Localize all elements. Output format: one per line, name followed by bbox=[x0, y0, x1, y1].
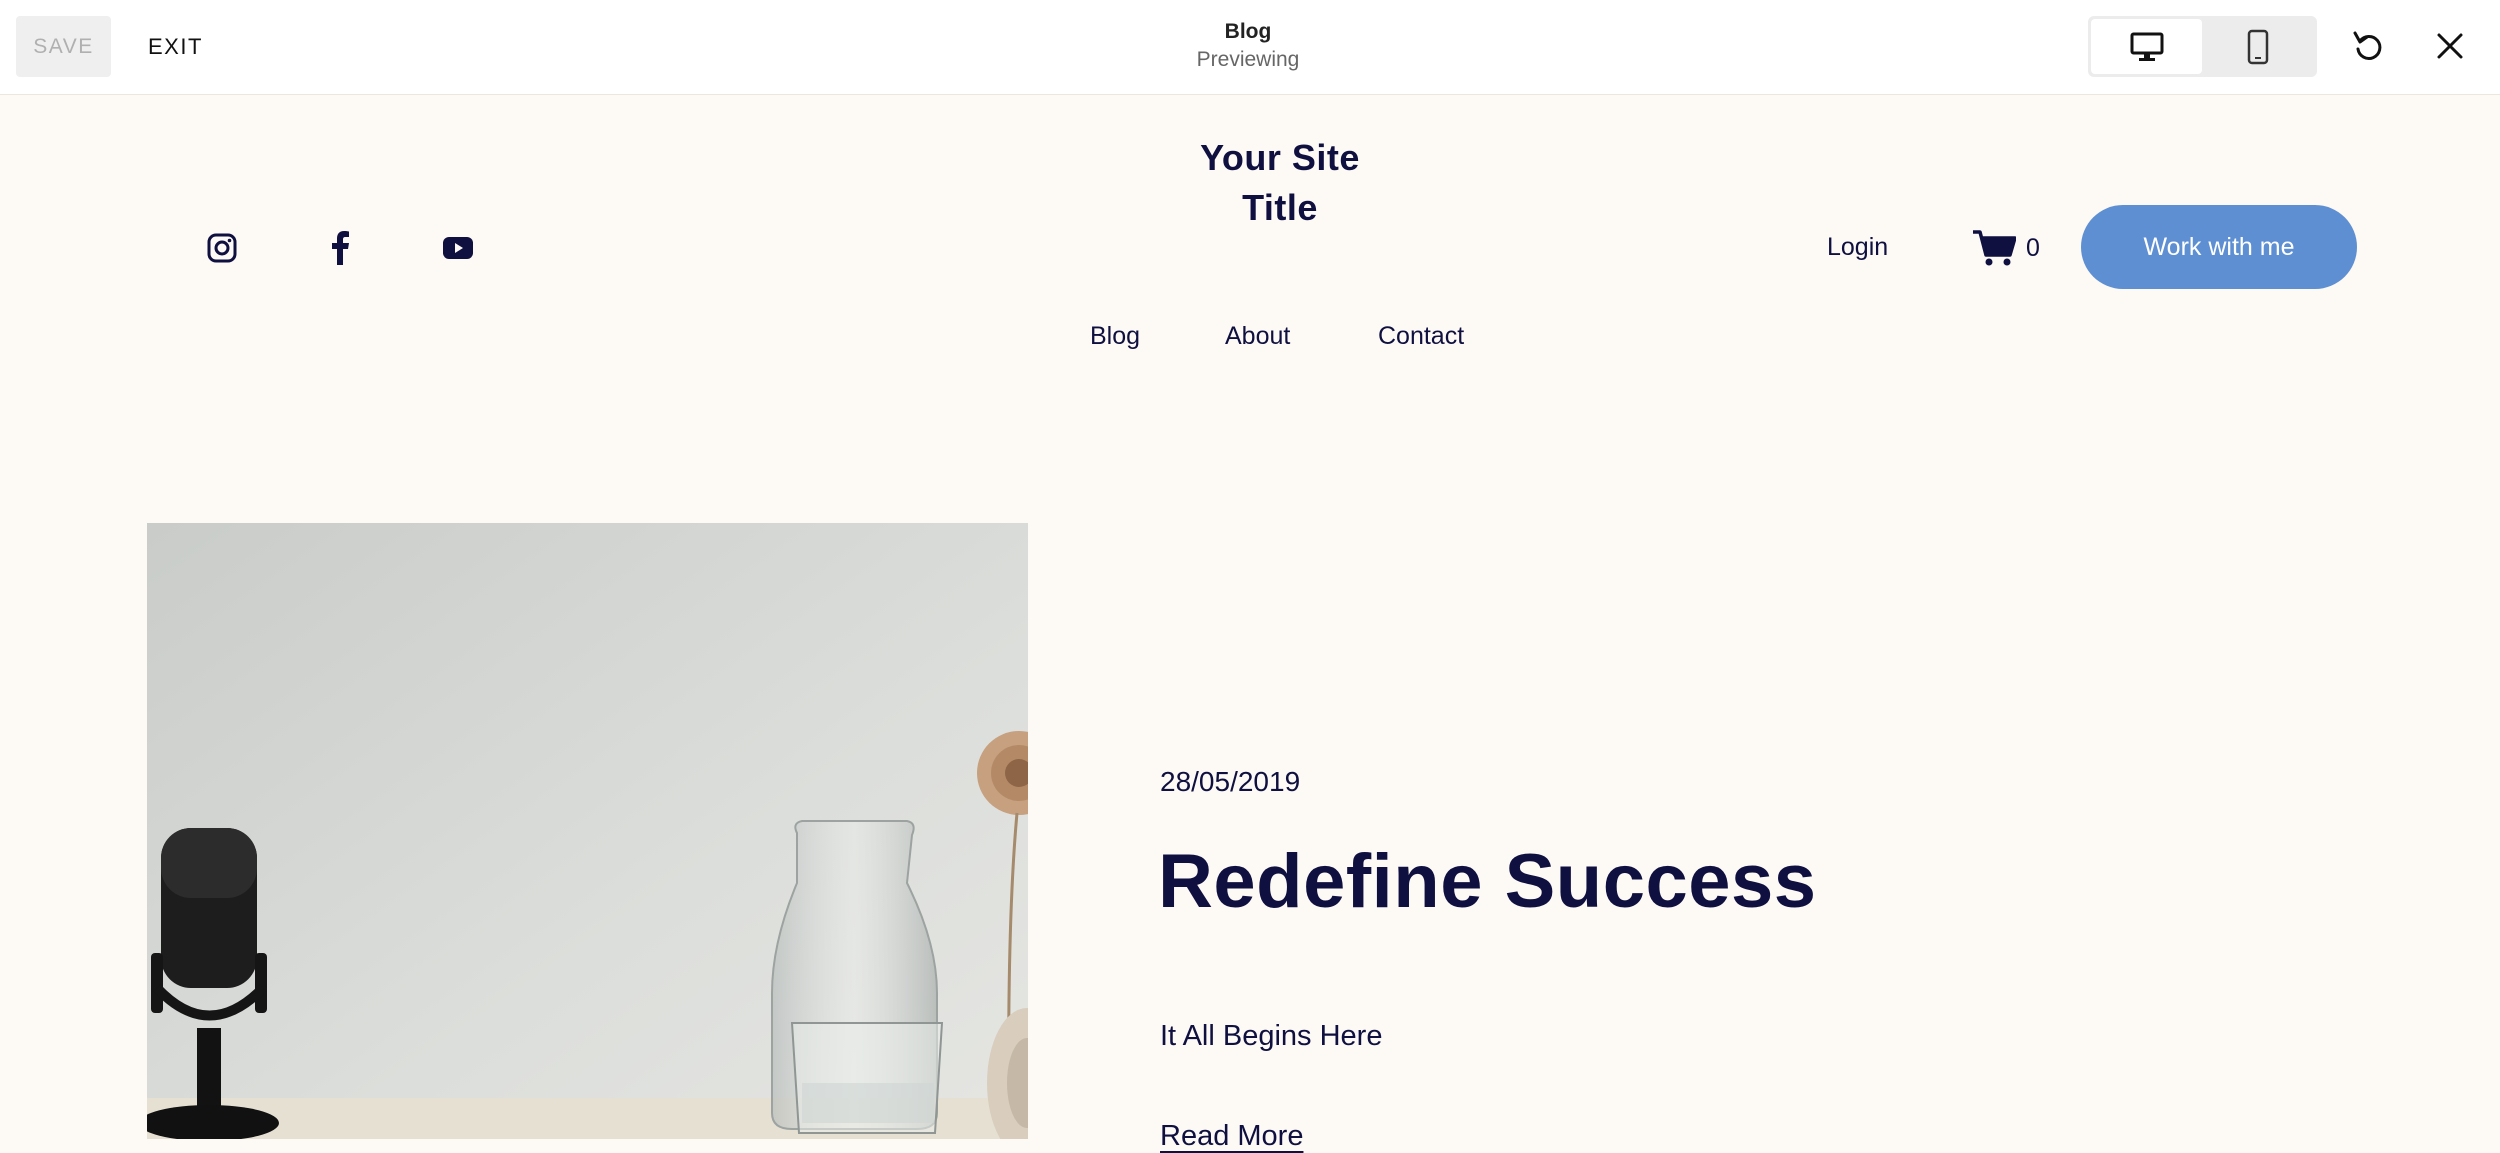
page-title: Blog bbox=[1224, 20, 1272, 43]
mobile-view-button[interactable] bbox=[2202, 19, 2313, 74]
site-title-line2: Title bbox=[1242, 187, 1318, 228]
facebook-link[interactable] bbox=[320, 228, 360, 268]
site-title-line1: Your Site bbox=[1200, 137, 1360, 178]
page-status: Previewing bbox=[1196, 48, 1300, 71]
exit-button[interactable]: EXIT bbox=[148, 16, 203, 77]
youtube-link[interactable] bbox=[438, 228, 478, 268]
nav-link-blog[interactable]: Blog bbox=[1090, 322, 1140, 351]
read-more-link[interactable]: Read More bbox=[1160, 1120, 1303, 1153]
instagram-link[interactable] bbox=[202, 228, 242, 268]
nav-link-contact[interactable]: Contact bbox=[1378, 322, 1464, 351]
nav-link-about[interactable]: About bbox=[1225, 322, 1290, 351]
cart-button[interactable]: 0 bbox=[1972, 226, 2040, 270]
site-title[interactable]: Your Site Title bbox=[1130, 133, 1430, 233]
cart-count: 0 bbox=[2026, 233, 2040, 262]
undo-icon bbox=[2353, 31, 2382, 60]
editor-toolbar: SAVE EXIT Blog Previewing bbox=[0, 0, 2500, 95]
device-toggle bbox=[2088, 16, 2317, 77]
post-date: 28/05/2019 bbox=[1160, 766, 1301, 797]
close-button[interactable] bbox=[2426, 22, 2474, 70]
post-thumbnail-image bbox=[147, 523, 1028, 1139]
post-title[interactable]: Redefine Success bbox=[1158, 838, 1817, 925]
cart-icon bbox=[1973, 230, 2016, 266]
post-excerpt: It All Begins Here bbox=[1160, 1020, 1383, 1052]
desktop-icon bbox=[2130, 32, 2163, 61]
save-button[interactable]: SAVE bbox=[16, 16, 111, 77]
post-thumbnail[interactable] bbox=[147, 523, 1028, 1139]
login-link[interactable]: Login bbox=[1827, 233, 1888, 262]
youtube-icon bbox=[443, 237, 473, 259]
work-with-me-button[interactable]: Work with me bbox=[2081, 205, 2357, 289]
close-icon bbox=[2437, 33, 2463, 59]
page-indicator: Blog Previewing bbox=[1148, 18, 1348, 74]
mobile-icon bbox=[2247, 29, 2268, 64]
undo-button[interactable] bbox=[2345, 22, 2393, 70]
facebook-icon bbox=[332, 231, 349, 265]
desktop-view-button[interactable] bbox=[2091, 19, 2202, 74]
instagram-icon bbox=[207, 233, 237, 263]
